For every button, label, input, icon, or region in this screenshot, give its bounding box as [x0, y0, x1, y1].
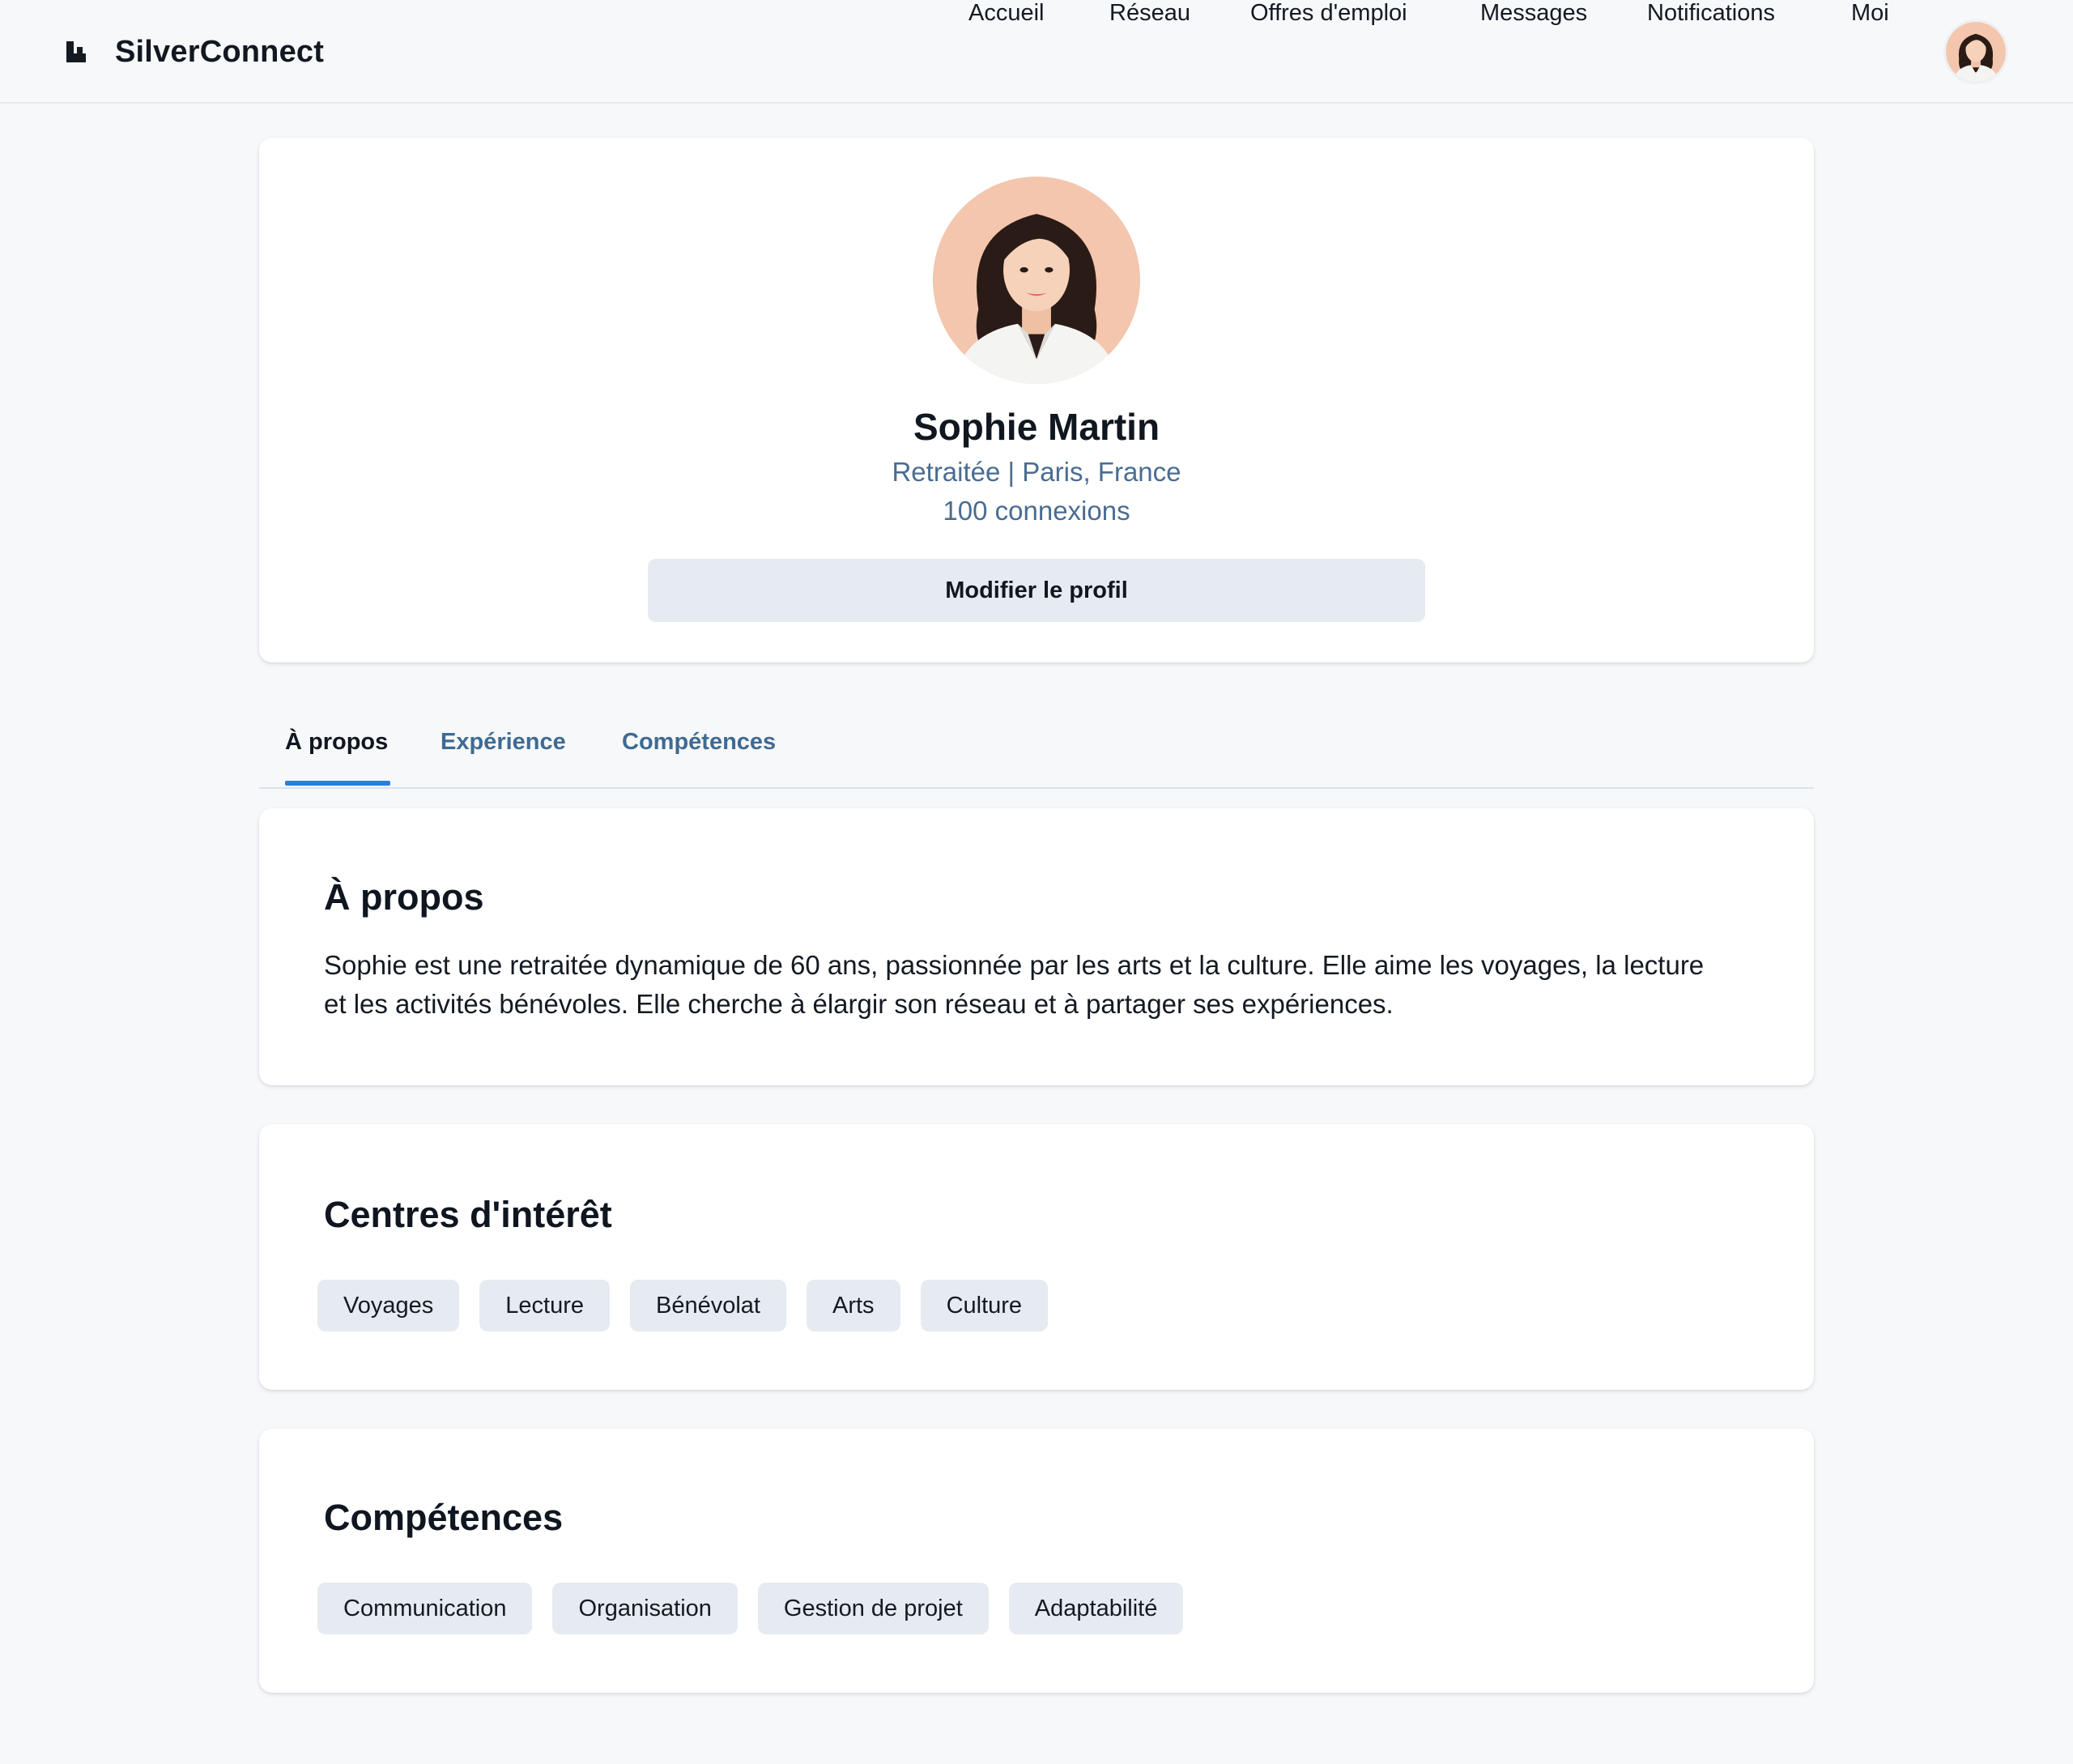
- skills-section: Compétences Communication Organisation G…: [259, 1429, 1814, 1693]
- nav-item-reseau[interactable]: Réseau: [1109, 0, 1190, 27]
- interest-chip[interactable]: Voyages: [317, 1280, 460, 1332]
- skill-chip[interactable]: Communication: [317, 1583, 533, 1634]
- avatar-portrait-icon: [1946, 22, 2006, 82]
- profile-name: Sophie Martin: [913, 406, 1160, 448]
- top-navigation-bar: SilverConnect Accueil Réseau Offres d'em…: [0, 0, 2073, 104]
- about-section: À propos Sophie est une retraitée dynami…: [259, 808, 1814, 1085]
- brand-name: SilverConnect: [115, 34, 325, 69]
- interest-chip[interactable]: Arts: [807, 1280, 900, 1332]
- nav-item-moi[interactable]: Moi: [1851, 0, 1889, 27]
- about-text: Sophie est une retraitée dynamique de 60…: [324, 950, 1705, 1019]
- edit-profile-button[interactable]: Modifier le profil: [648, 559, 1425, 622]
- profile-avatar: [933, 177, 1140, 384]
- profile-card: Sophie Martin Retraitée | Paris, France …: [259, 138, 1814, 663]
- nav-item-accueil[interactable]: Accueil: [968, 0, 1045, 27]
- nav-item-messages[interactable]: Messages: [1480, 0, 1587, 27]
- active-tab-indicator: [285, 781, 390, 786]
- header-avatar[interactable]: [1943, 19, 2008, 84]
- nav-item-offres-emploi[interactable]: Offres d'emploi: [1250, 0, 1407, 27]
- tab-competences[interactable]: Compétences: [622, 729, 776, 756]
- skills-chip-list: Communication Organisation Gestion de pr…: [317, 1583, 1203, 1634]
- interest-chip[interactable]: Lecture: [479, 1280, 610, 1332]
- brand[interactable]: SilverConnect: [65, 32, 324, 71]
- interests-section: Centres d'intérêt Voyages Lecture Bénévo…: [259, 1124, 1814, 1390]
- skill-chip[interactable]: Organisation: [552, 1583, 738, 1634]
- skill-chip[interactable]: Gestion de projet: [757, 1583, 989, 1634]
- skills-title: Compétences: [324, 1497, 564, 1538]
- profile-connections[interactable]: 100 connexions: [259, 496, 1814, 526]
- tab-a-propos[interactable]: À propos: [285, 729, 388, 756]
- interests-title: Centres d'intérêt: [324, 1194, 612, 1235]
- avatar-portrait-icon: [933, 177, 1140, 384]
- skill-chip[interactable]: Adaptabilité: [1008, 1583, 1184, 1634]
- about-title: À propos: [324, 876, 484, 918]
- tab-experience[interactable]: Expérience: [441, 729, 566, 756]
- silverconnect-logo-icon: [65, 40, 87, 64]
- profile-headline: Retraitée | Paris, France: [892, 457, 1181, 487]
- profile-tabs: À propos Expérience Compétences: [259, 713, 1814, 789]
- interest-chip[interactable]: Bénévolat: [630, 1280, 786, 1332]
- nav-item-notifications[interactable]: Notifications: [1647, 0, 1775, 27]
- interests-chip-list: Voyages Lecture Bénévolat Arts Culture: [317, 1280, 1068, 1332]
- interest-chip[interactable]: Culture: [920, 1280, 1049, 1332]
